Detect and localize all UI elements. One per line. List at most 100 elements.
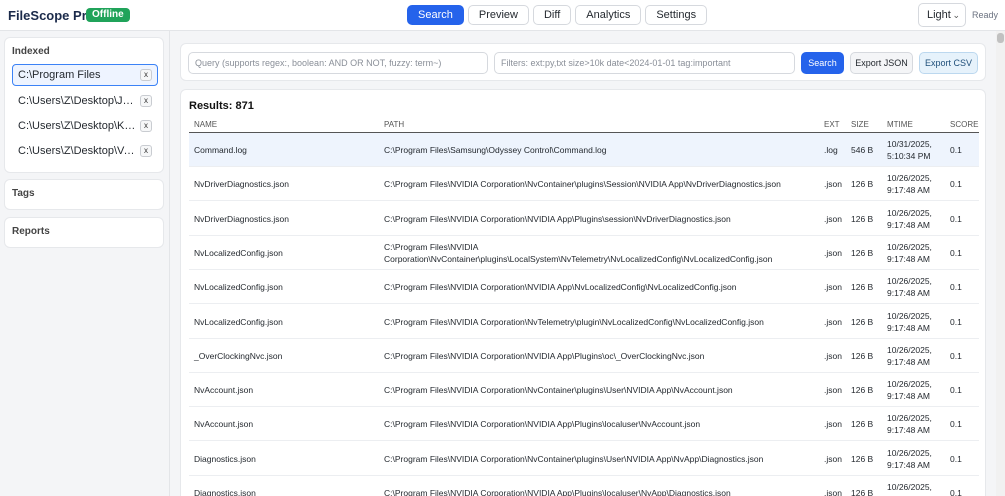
table-row[interactable]: Diagnostics.json C:\Program Files\NVIDIA … (189, 442, 979, 476)
remove-index-button[interactable]: x (140, 95, 152, 107)
status-text: Ready (972, 10, 999, 20)
page-scrollbar[interactable] (996, 31, 1005, 496)
cell-score: 0.1 (950, 453, 962, 464)
table-row[interactable]: NvDriverDiagnostics.json C:\Program Files… (189, 167, 979, 202)
cell-ext: .json (824, 419, 842, 430)
table-header: NAME PATH EXT SIZE MTIME SCORE (189, 117, 979, 133)
cell-ext: .json (824, 179, 842, 190)
cell-path: C:\Program Files\NVIDIA Corporation\NVID… (384, 282, 737, 293)
cell-ext: .json (824, 247, 842, 258)
cell-mtime: 10/26/2025, 9:17:48 AM (887, 447, 932, 470)
column-header-mtime[interactable]: MTIME (887, 120, 913, 129)
tab-search[interactable]: Search (407, 5, 464, 25)
tab-settings[interactable]: Settings (645, 5, 708, 25)
cell-ext: .json (824, 316, 842, 327)
cell-ext: .json (824, 385, 842, 396)
reports-panel[interactable]: Reports (4, 217, 164, 248)
remove-index-button[interactable]: x (140, 120, 152, 132)
cell-size: 126 B (851, 488, 874, 496)
indexed-item[interactable]: C:\Users\Z\Desktop\VaultS... x (12, 140, 158, 162)
indexed-panel: Indexed C:\Program Files x C:\Users\Z\De… (4, 37, 164, 173)
cell-mtime: 10/26/2025, 9:17:48 AM (887, 482, 932, 496)
indexed-item[interactable]: C:\Users\Z\Desktop\JSON... x (12, 90, 158, 112)
table-row[interactable]: NvDriverDiagnostics.json C:\Program Files… (189, 202, 979, 236)
query-input[interactable]: Query (supports regex:, boolean: AND OR … (188, 52, 488, 74)
cell-path: C:\Program Files\NVIDIA Corporation\NvCo… (384, 453, 764, 464)
export-csv-button[interactable]: Export CSV (919, 52, 978, 74)
cell-mtime: 10/26/2025, 9:17:48 AM (887, 379, 932, 402)
cell-score: 0.1 (950, 213, 962, 224)
cell-path: C:\Program Files\NVIDIA Corporation\NVID… (384, 350, 705, 361)
chevron-down-icon: ⌄ (952, 10, 960, 20)
cell-name: _OverClockingNvc.json (194, 350, 283, 361)
cell-ext: .json (824, 453, 842, 464)
cell-size: 126 B (851, 282, 874, 293)
column-header-score[interactable]: SCORE (950, 120, 978, 129)
cell-size: 126 B (851, 179, 874, 190)
remove-index-button[interactable]: x (140, 69, 152, 81)
indexed-item-label: C:\Users\Z\Desktop\KeyM... (18, 120, 138, 132)
cell-size: 126 B (851, 213, 874, 224)
results-panel: Results: 871 NAME PATH EXT SIZE MTIME SC… (180, 89, 986, 496)
cell-size: 126 B (851, 247, 874, 258)
export-json-button[interactable]: Export JSON (850, 52, 913, 74)
tab-diff[interactable]: Diff (532, 5, 572, 25)
indexed-item-label: C:\Program Files (18, 69, 101, 81)
sidebar: Indexed C:\Program Files x C:\Users\Z\De… (0, 31, 170, 496)
theme-select[interactable]: Light ⌄ (918, 3, 966, 27)
cell-score: 0.1 (950, 419, 962, 430)
cell-path: C:\Program Files\NVIDIA Corporation\NvCo… (384, 179, 781, 190)
cell-ext: .json (824, 213, 842, 224)
cell-score: 0.1 (950, 350, 962, 361)
cell-score: 0.1 (950, 282, 962, 293)
table-row[interactable]: Diagnostics.json C:\Program Files\NVIDIA … (189, 476, 979, 496)
theme-value: Light (927, 9, 951, 21)
table-row[interactable]: NvAccount.json C:\Program Files\NVIDIA Co… (189, 373, 979, 408)
cell-name: Command.log (194, 145, 247, 155)
cell-path: C:\Program Files\NVIDIA Corporation\NvCo… (384, 241, 773, 264)
cell-mtime: 10/26/2025, 9:17:48 AM (887, 276, 932, 299)
cell-mtime: 10/26/2025, 9:17:48 AM (887, 241, 932, 264)
results-count: Results: 871 (189, 100, 254, 112)
cell-mtime: 10/31/2025, 5:10:34 PM (887, 139, 932, 161)
cell-size: 546 B (851, 145, 874, 155)
column-header-path[interactable]: PATH (384, 120, 404, 129)
table-row[interactable]: NvLocalizedConfig.json C:\Program Files\N… (189, 236, 979, 270)
cell-size: 126 B (851, 316, 874, 327)
indexed-item[interactable]: C:\Program Files x (12, 64, 158, 86)
tab-preview[interactable]: Preview (467, 5, 529, 25)
column-header-size[interactable]: SIZE (851, 120, 869, 129)
cell-path: C:\Program Files\Samsung\Odyssey Control… (384, 145, 607, 155)
cell-size: 126 B (851, 385, 874, 396)
cell-name: NvLocalizedConfig.json (194, 316, 283, 327)
cell-name: NvAccount.json (194, 419, 254, 430)
cell-size: 126 B (851, 419, 874, 430)
column-header-name[interactable]: NAME (194, 120, 217, 129)
reports-title: Reports (12, 226, 50, 237)
filter-input[interactable]: Filters: ext:py,txt size>10k date<2024-0… (494, 52, 795, 74)
search-bar: Query (supports regex:, boolean: AND OR … (180, 43, 986, 81)
table-row[interactable]: NvLocalizedConfig.json C:\Program Files\N… (189, 305, 979, 339)
cell-ext: .json (824, 488, 842, 496)
indexed-item[interactable]: C:\Users\Z\Desktop\KeyM... x (12, 115, 158, 137)
tab-analytics[interactable]: Analytics (575, 5, 642, 25)
indexed-item-label: C:\Users\Z\Desktop\VaultS... (18, 145, 138, 157)
cell-path: C:\Program Files\NVIDIA Corporation\NvTe… (384, 316, 764, 327)
table-row[interactable]: _OverClockingNvc.json C:\Program Files\NV… (189, 339, 979, 373)
cell-mtime: 10/26/2025, 9:17:48 AM (887, 413, 932, 436)
scrollbar-thumb[interactable] (997, 33, 1004, 43)
cell-name: Diagnostics.json (194, 453, 256, 464)
cell-score: 0.1 (950, 316, 962, 327)
column-header-ext[interactable]: EXT (824, 120, 840, 129)
search-button[interactable]: Search (801, 52, 844, 74)
cell-score: 0.1 (950, 385, 962, 396)
table-row[interactable]: NvAccount.json C:\Program Files\NVIDIA Co… (189, 407, 979, 442)
cell-mtime: 10/26/2025, 9:17:48 AM (887, 344, 932, 367)
cell-score: 0.1 (950, 488, 962, 496)
table-row[interactable]: NvLocalizedConfig.json C:\Program Files\N… (189, 270, 979, 305)
cell-mtime: 10/26/2025, 9:17:48 AM (887, 310, 932, 333)
tags-panel[interactable]: Tags (4, 179, 164, 210)
table-row[interactable]: Command.log C:\Program Files\Samsung\Odys… (189, 133, 979, 167)
cell-name: NvAccount.json (194, 385, 254, 396)
remove-index-button[interactable]: x (140, 145, 152, 157)
